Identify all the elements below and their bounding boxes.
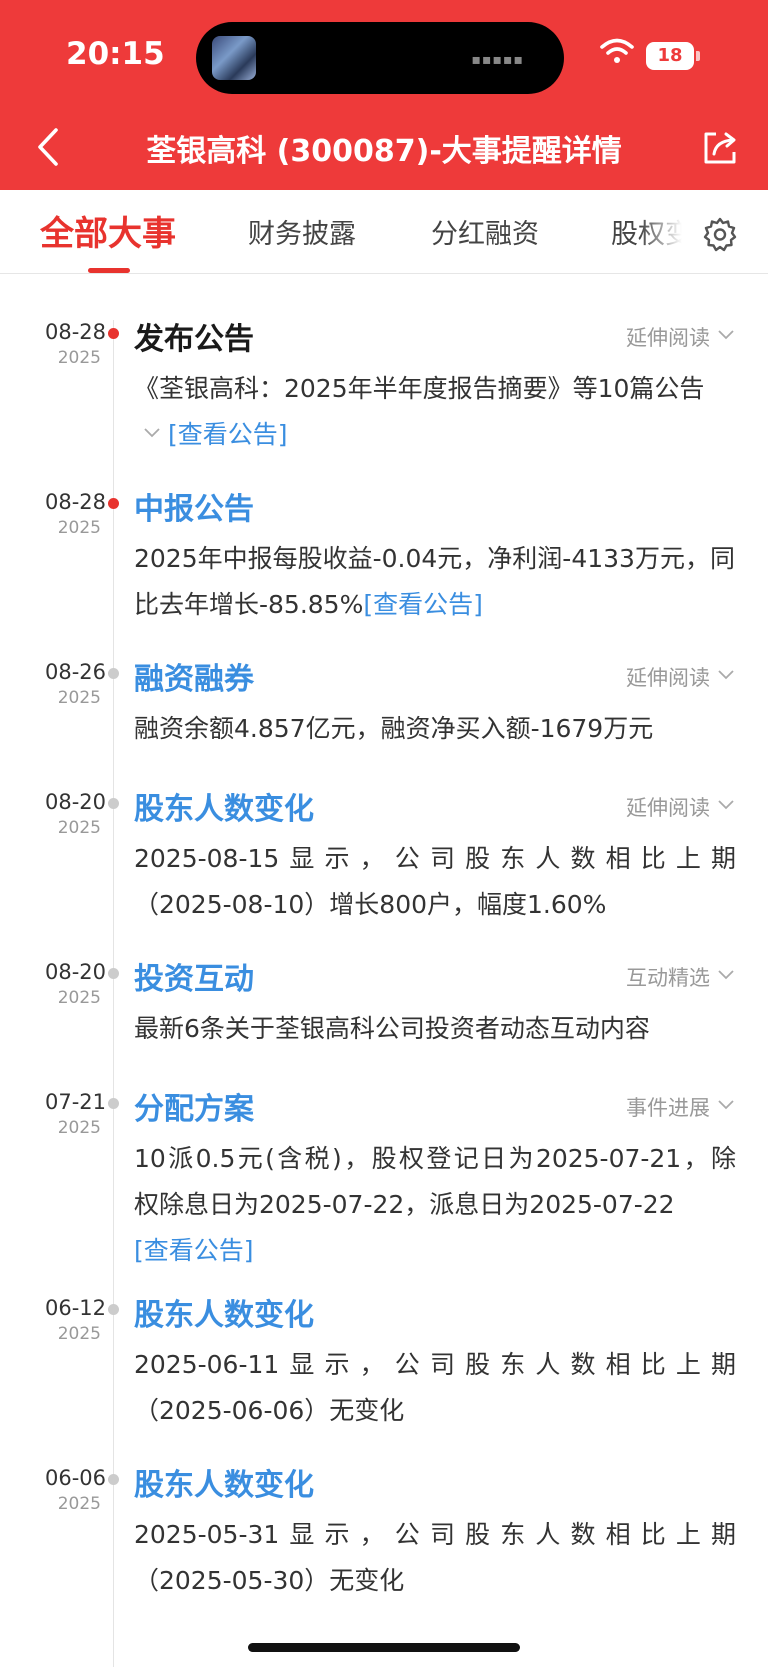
status-time: 20:15 (66, 36, 165, 72)
extended-reading-button[interactable]: 延伸阅读 (626, 322, 734, 352)
now-playing-thumbnail (212, 36, 256, 80)
event-text-line: 2025-05-31显示，公司股东人数相比上期 (134, 1520, 736, 1549)
event-title: 股东人数变化 (134, 1298, 314, 1333)
event-year: 2025 (57, 1118, 101, 1138)
battery-indicator: 18 (646, 42, 694, 70)
interaction-highlights-button[interactable]: 互动精选 (626, 962, 734, 992)
event-year: 2025 (57, 1494, 101, 1514)
event-year: 2025 (57, 688, 101, 708)
tab-financial-disclosure[interactable]: 财务披露 (248, 212, 356, 251)
share-icon[interactable] (700, 128, 740, 168)
category-tabs: 全部大事 财务披露 分红融资 股权变 (0, 190, 768, 274)
event-body: 最新6条关于荃银高科公司投资者动态互动内容 (134, 1014, 650, 1043)
extended-reading-button[interactable]: 延伸阅读 (626, 792, 734, 822)
event-text-line: （2025-08-10）增长800户，幅度1.60% (134, 890, 607, 919)
dynamic-island: ▪▪▪▪▪ (196, 22, 564, 94)
event-text-line: （2025-06-06）无变化 (134, 1396, 405, 1425)
event-date: 06-06 (44, 1466, 106, 1490)
chevron-down-icon (718, 800, 734, 810)
home-indicator[interactable] (248, 1643, 520, 1652)
event-body: 融资余额4.857亿元，融资净买入额-1679万元 (134, 714, 654, 743)
event-body: 2025-08-15显示，公司股东人数相比上期 （2025-08-10）增长80… (134, 836, 736, 928)
wifi-icon (600, 38, 634, 63)
event-year: 2025 (57, 818, 101, 838)
event-title: 股东人数变化 (134, 1468, 314, 1503)
view-announcement-link[interactable]: [查看公告] (168, 420, 288, 449)
event-year: 2025 (57, 518, 101, 538)
event-date: 07-21 (44, 1090, 106, 1114)
more-label: 延伸阅读 (626, 666, 710, 690)
timeline-dot (108, 798, 119, 809)
extended-reading-button[interactable]: 延伸阅读 (626, 662, 734, 692)
timeline-dot (108, 968, 119, 979)
more-label: 事件进展 (626, 1096, 710, 1120)
event-title: 融资融券 (134, 662, 254, 697)
event-year: 2025 (57, 1324, 101, 1344)
event-title: 投资互动 (134, 962, 254, 997)
audio-wave-icon: ▪▪▪▪▪ (471, 52, 524, 68)
chevron-down-icon (718, 670, 734, 680)
event-body: 《荃银高科：2025年半年度报告摘要》等10篇公告 [查看公告] (134, 366, 736, 458)
event-title: 中报公告 (134, 492, 254, 527)
event-text-line: 权除息日为2025-07-22，派息日为2025-07-22 (134, 1190, 675, 1219)
event-date: 08-20 (44, 790, 106, 814)
app-header: 20:15 ▪▪▪▪▪ 18 荃银高科 (300087)-大事提醒详情 (0, 0, 768, 190)
gear-icon[interactable] (702, 216, 738, 252)
tab-dividend-financing[interactable]: 分红融资 (431, 212, 539, 251)
view-announcement-link[interactable]: [查看公告] (134, 1228, 736, 1274)
chevron-down-icon (718, 970, 734, 980)
tab-all-events[interactable]: 全部大事 (40, 206, 176, 255)
event-date: 08-28 (44, 490, 106, 514)
event-date: 06-12 (44, 1296, 106, 1320)
timeline-dot (108, 1304, 119, 1315)
timeline-line (113, 320, 114, 1667)
event-date: 08-28 (44, 320, 106, 344)
event-text-line: 10派0.5元(含税)，股权登记日为2025-07-21，除 (134, 1144, 736, 1173)
event-body: 2025-05-31显示，公司股东人数相比上期 （2025-05-30）无变化 (134, 1512, 736, 1604)
chevron-down-icon (718, 330, 734, 340)
event-date: 08-20 (44, 960, 106, 984)
event-text: 《荃银高科：2025年半年度报告摘要》等10篇公告 (134, 374, 705, 403)
page-title: 荃银高科 (300087)-大事提醒详情 (146, 134, 622, 169)
event-body: 2025年中报每股收益-0.04元，净利润-4133万元，同比去年增长-85.8… (134, 536, 736, 628)
event-year: 2025 (57, 348, 101, 368)
event-body: 2025-06-11显示，公司股东人数相比上期 （2025-06-06）无变化 (134, 1342, 736, 1434)
timeline-dot (108, 1474, 119, 1485)
event-title: 股东人数变化 (134, 792, 314, 827)
timeline-dot (108, 498, 119, 509)
chevron-left-icon[interactable] (30, 122, 70, 172)
battery-tip (696, 51, 700, 61)
event-title: 发布公告 (134, 322, 254, 357)
timeline-dot (108, 668, 119, 679)
event-date: 08-26 (44, 660, 106, 684)
more-label: 延伸阅读 (626, 326, 710, 350)
chevron-down-icon[interactable] (144, 425, 160, 441)
view-announcement-link[interactable]: [查看公告] (363, 590, 483, 619)
active-tab-indicator (88, 268, 130, 273)
event-year: 2025 (57, 988, 101, 1008)
event-progress-button[interactable]: 事件进展 (626, 1092, 734, 1122)
timeline-dot (108, 328, 119, 339)
timeline-dot (108, 1098, 119, 1109)
tab-fade (640, 190, 700, 273)
more-label: 互动精选 (626, 966, 710, 990)
event-text-line: 2025-06-11显示，公司股东人数相比上期 (134, 1350, 736, 1379)
chevron-down-icon (718, 1100, 734, 1110)
more-label: 延伸阅读 (626, 796, 710, 820)
event-text-line: （2025-05-30）无变化 (134, 1566, 405, 1595)
event-title: 分配方案 (134, 1092, 254, 1127)
event-body: 10派0.5元(含税)，股权登记日为2025-07-21，除 权除息日为2025… (134, 1136, 736, 1274)
event-text-line: 2025-08-15显示，公司股东人数相比上期 (134, 844, 736, 873)
